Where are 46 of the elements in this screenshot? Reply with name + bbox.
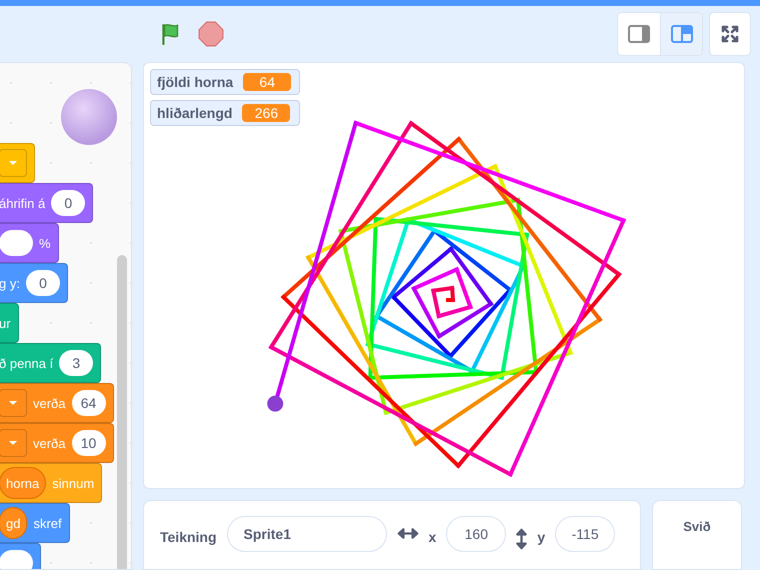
sprite-name-field[interactable]: Sprite1 — [226, 516, 387, 552]
x-label: x — [428, 529, 436, 545]
code-block[interactable]: verða 64 — [0, 383, 114, 423]
scrollbar[interactable] — [117, 255, 127, 569]
monitor-value: 266 — [242, 104, 290, 122]
monitor-label: fjöldi horna — [157, 74, 234, 90]
y-field[interactable]: -115 — [555, 516, 616, 552]
monitor-label: hliðarlengd — [157, 105, 232, 121]
block-label: % — [39, 236, 51, 250]
large-stage-icon — [670, 25, 692, 43]
sprite-ball[interactable] — [267, 396, 284, 412]
horizontal-arrow-icon — [396, 528, 419, 539]
variable-monitor[interactable]: hliðarlengd 266 — [150, 100, 300, 126]
block-dropdown[interactable] — [0, 389, 27, 417]
sprite-label: Teikning — [160, 529, 217, 545]
block-input[interactable]: 10 — [72, 430, 106, 456]
stage-layout-button[interactable] — [660, 13, 702, 55]
block-label: verða — [33, 396, 66, 410]
fullscreen-button[interactable] — [709, 12, 751, 56]
small-stage-icon — [628, 25, 650, 43]
block-label: sinnum — [52, 476, 94, 490]
block-input[interactable]: 3 — [59, 350, 94, 376]
monitor-value: 64 — [243, 73, 292, 91]
block-input[interactable] — [0, 230, 33, 256]
block-dropdown[interactable] — [0, 429, 27, 457]
vertical-arrow-icon — [516, 528, 528, 550]
code-block[interactable]: % — [0, 223, 59, 263]
block-input[interactable]: 0 — [51, 190, 86, 216]
block-input[interactable]: 64 — [72, 390, 106, 416]
block-label: skref — [33, 516, 62, 530]
variable-monitor[interactable]: fjöldi horna 64 — [150, 69, 300, 95]
block-label: verða — [33, 436, 66, 450]
caret-icon — [8, 440, 18, 446]
x-field[interactable]: 160 — [446, 516, 506, 552]
stage-title: Svið — [683, 519, 711, 536]
stage-panel[interactable]: Svið — [652, 500, 742, 570]
caret-icon — [8, 160, 18, 166]
block-label: ur — [0, 316, 11, 330]
code-block[interactable]: verða 10 — [0, 423, 114, 463]
fullscreen-icon — [720, 24, 740, 44]
y-label: y — [537, 529, 546, 545]
caret-icon — [8, 400, 18, 406]
block-input[interactable] — [0, 550, 33, 569]
block-input[interactable]: 0 — [26, 270, 60, 296]
stop-icon[interactable] — [198, 21, 224, 47]
block-dropdown[interactable] — [0, 149, 27, 177]
